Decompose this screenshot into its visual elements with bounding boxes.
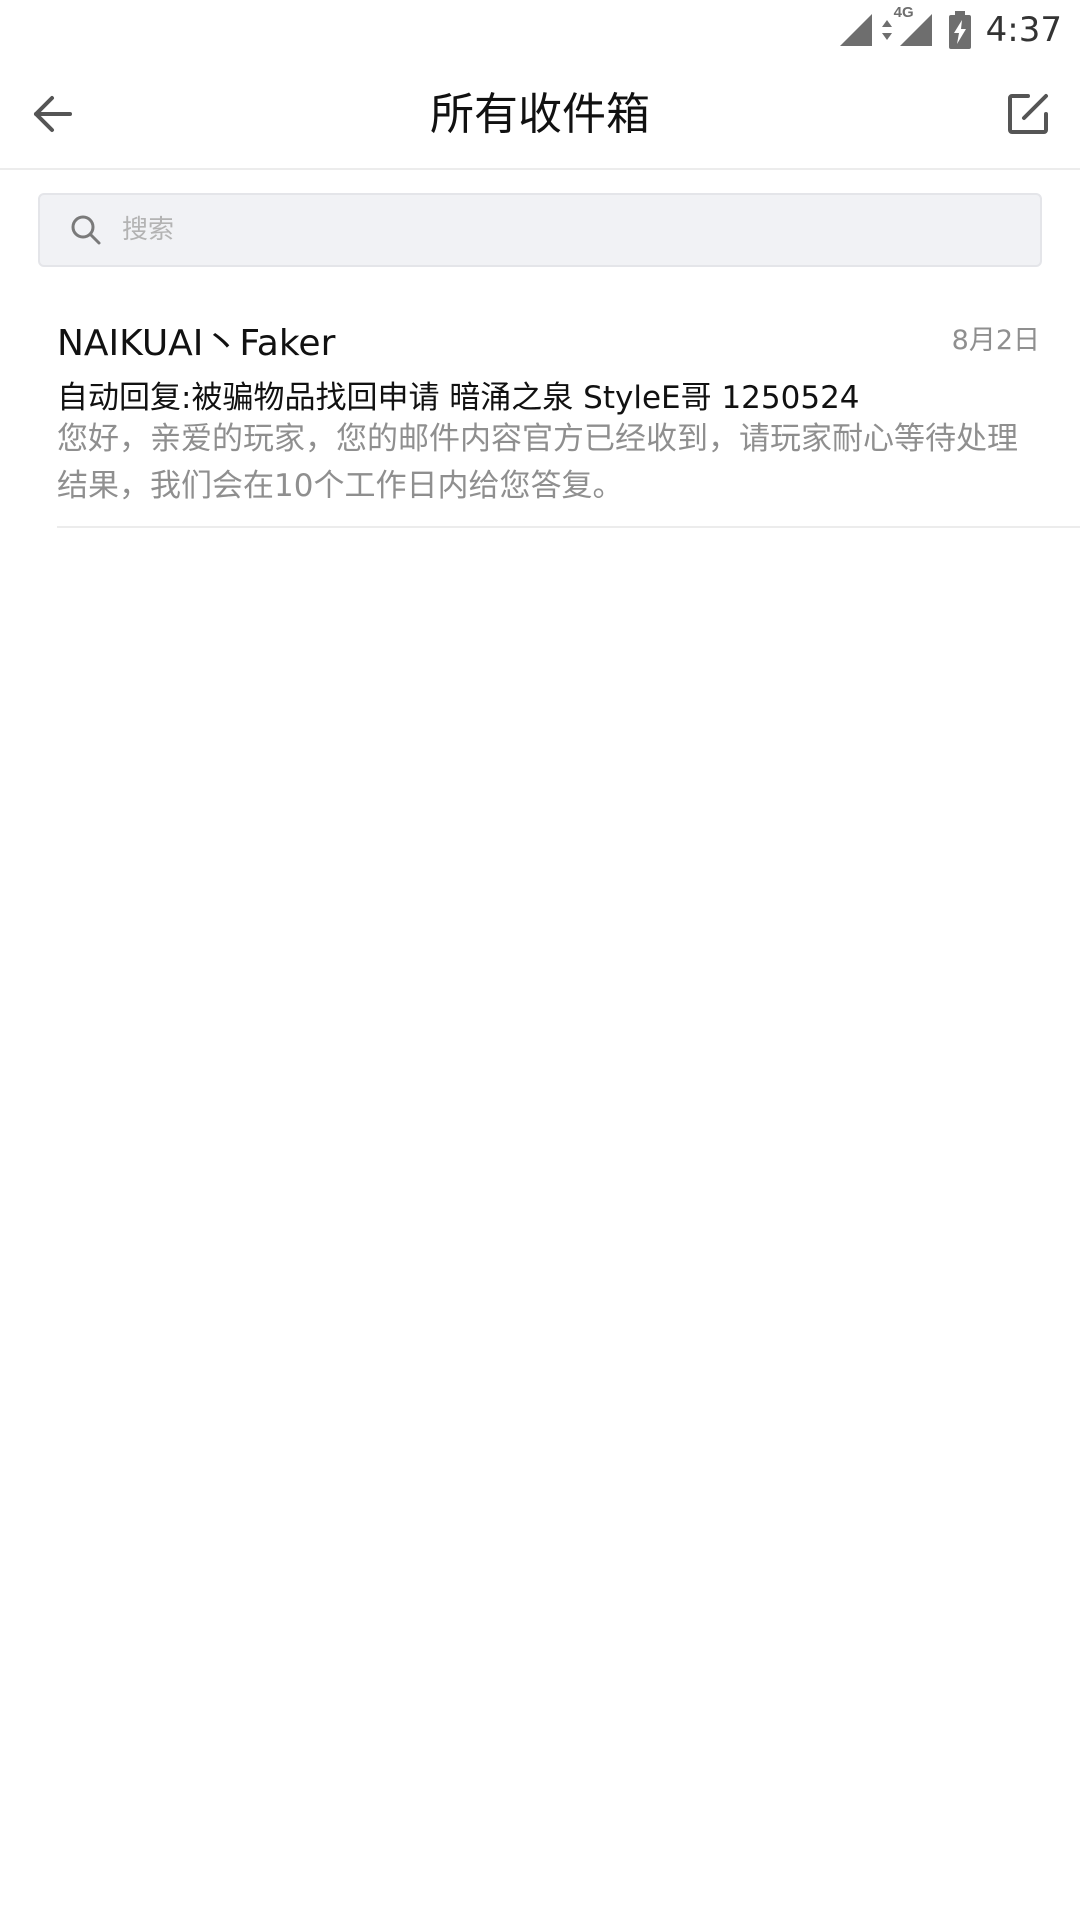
compose-icon xyxy=(1006,92,1050,140)
back-button[interactable] xyxy=(16,80,88,152)
back-arrow-icon xyxy=(30,94,74,138)
status-icons: 4G 4:37 xyxy=(838,4,1062,52)
data-arrows-icon xyxy=(880,12,894,48)
status-bar: 4G 4:37 xyxy=(0,0,1080,60)
clock: 4:37 xyxy=(985,10,1062,50)
mail-subject: 自动回复:被骗物品找回申请 暗涌之泉 StyleE哥 1250524 xyxy=(57,380,860,416)
search-icon xyxy=(70,214,102,246)
app-bar: 所有收件箱 xyxy=(0,60,1080,170)
compose-button[interactable] xyxy=(992,80,1064,152)
search-box[interactable] xyxy=(38,193,1042,267)
network-type-label: 4G xyxy=(893,4,914,21)
mail-sender: NAIKUAI丶Faker xyxy=(57,323,336,364)
signal-icon xyxy=(838,12,874,48)
battery-charging-icon xyxy=(948,10,972,50)
page-title: 所有收件箱 xyxy=(430,89,650,140)
mail-list: NAIKUAI丶Faker 8月2日 自动回复:被骗物品找回申请 暗涌之泉 St… xyxy=(0,300,1080,528)
mail-list-item[interactable]: NAIKUAI丶Faker 8月2日 自动回复:被骗物品找回申请 暗涌之泉 St… xyxy=(57,300,1080,528)
signal-4g-icon: 4G xyxy=(894,4,934,48)
mail-date: 8月2日 xyxy=(951,325,1040,356)
mail-preview: 您好，亲爱的玩家，您的邮件内容官方已经收到，请玩家耐心等待处理结果，我们会在10… xyxy=(57,421,1018,504)
search-input[interactable] xyxy=(120,214,980,246)
